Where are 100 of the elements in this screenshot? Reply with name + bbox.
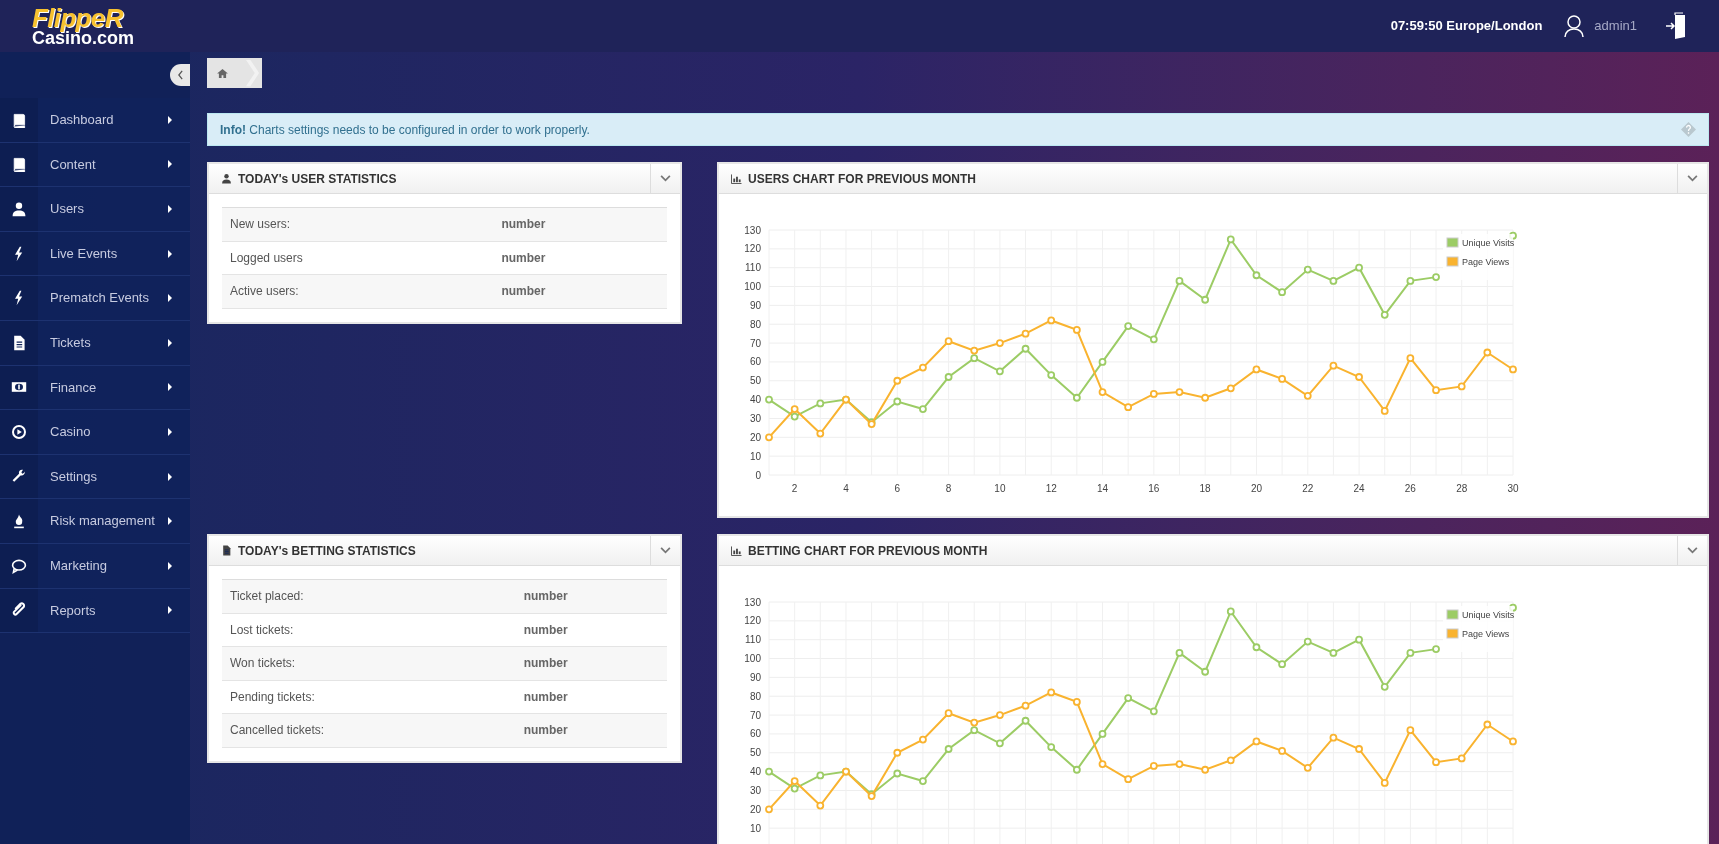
table-cell-text: New users: — [229, 216, 292, 234]
data-point — [1201, 393, 1210, 402]
data-point — [1303, 265, 1312, 274]
data-point — [1432, 386, 1440, 395]
axis-label: 50 — [749, 747, 761, 759]
data-point — [1124, 775, 1133, 784]
data-point — [1380, 682, 1389, 691]
data-point — [1175, 760, 1184, 768]
axis-label: 30 — [1507, 483, 1519, 494]
axis-label: 10 — [994, 483, 1006, 494]
sidebar-item[interactable]: Content — [0, 142, 190, 188]
data-point — [1047, 371, 1056, 379]
data-point — [944, 373, 953, 381]
axis-label: 80 — [749, 318, 761, 330]
data-point — [765, 805, 773, 814]
data-point — [765, 767, 773, 776]
data-point — [765, 395, 773, 404]
data-point — [1098, 358, 1107, 366]
sidebar-item[interactable]: Tickets — [0, 320, 190, 366]
sidebar-item[interactable]: Prematch Events — [0, 276, 190, 321]
legend-label: Page Views — [1462, 257, 1510, 267]
data-point — [1432, 273, 1440, 281]
data-point — [944, 745, 953, 753]
axis-label: 110 — [745, 262, 761, 274]
caret-icon — [168, 249, 172, 258]
legend-background — [1443, 234, 1513, 280]
data-point — [1149, 707, 1158, 716]
data-point — [1483, 720, 1492, 729]
chevron-icon — [246, 58, 260, 88]
axis-label: 6 — [894, 483, 901, 494]
axis-label: 70 — [749, 709, 761, 721]
data-point — [1021, 716, 1030, 725]
sidebar-item[interactable]: Finance — [0, 365, 190, 411]
table-cell-text: number — [522, 655, 568, 673]
data-point — [1278, 375, 1286, 383]
sidebar-item[interactable]: Casino — [0, 410, 190, 455]
data-point — [1509, 365, 1517, 374]
collapse-sidebar-button[interactable] — [170, 64, 190, 86]
data-point — [1072, 698, 1081, 706]
breadcrumb[interactable] — [207, 58, 262, 88]
caret-icon — [168, 205, 172, 213]
data-point — [1047, 316, 1056, 325]
data-point — [1355, 373, 1363, 381]
axis-label: 120 — [744, 615, 761, 627]
sidebar-item[interactable]: Settings — [0, 454, 190, 500]
chevron-down-icon — [660, 547, 671, 554]
alert-text: Info! Charts settings needs to be configured in order to work properly. — [220, 121, 590, 139]
data-point — [1175, 277, 1184, 285]
data-point — [1380, 310, 1389, 319]
data-point — [1098, 388, 1107, 396]
axis-label: 50 — [749, 375, 761, 387]
data-point — [1124, 322, 1133, 330]
data-point — [1380, 779, 1389, 787]
axis-label: 30 — [749, 784, 761, 796]
username-link[interactable]: admin1 — [1594, 16, 1637, 36]
data-point — [970, 718, 979, 727]
home-icon[interactable] — [217, 68, 228, 78]
data-point — [1329, 277, 1338, 285]
axis-label: 90 — [749, 299, 761, 311]
user-avatar-icon[interactable] — [1562, 13, 1587, 39]
data-point — [1175, 649, 1184, 657]
sidebar-item[interactable]: Reports — [0, 588, 190, 634]
data-point — [1252, 365, 1261, 374]
axis-label: 130 — [744, 224, 761, 236]
data-point — [970, 726, 979, 735]
axis-label: 60 — [749, 728, 761, 740]
sidebar-item[interactable]: Live Events — [0, 231, 190, 277]
document-icon — [11, 334, 27, 351]
sidebar-item[interactable]: Users — [0, 187, 190, 232]
axis-label: 14 — [1096, 483, 1109, 494]
data-point — [1047, 688, 1056, 697]
data-point — [1380, 407, 1389, 415]
caret-icon — [168, 294, 172, 303]
data-point — [919, 735, 927, 744]
data-point — [1098, 730, 1107, 738]
data-point — [1226, 384, 1235, 393]
sidebar-item[interactable]: Marketing — [0, 543, 190, 589]
axis-label: 24 — [1353, 483, 1365, 494]
logout-icon[interactable] — [1665, 12, 1687, 40]
data-point — [1278, 288, 1286, 297]
axis-label: 12 — [1045, 483, 1057, 494]
data-point — [1457, 754, 1466, 763]
panel-title: TODAY's BETTING STATISTICS — [238, 542, 416, 560]
axis-label: 120 — [744, 243, 761, 255]
data-point — [944, 709, 953, 718]
axis-label: 20 — [749, 803, 761, 815]
logo[interactable]: FlippeR Casino.com — [32, 5, 135, 47]
table-cell-text: number — [522, 688, 568, 706]
data-point — [1252, 643, 1261, 652]
paperclip-icon — [11, 602, 27, 619]
axis-label: 4 — [843, 483, 849, 494]
data-point — [1406, 354, 1415, 363]
sidebar-item[interactable]: Dashboard — [0, 98, 190, 143]
axis-label: 100 — [744, 653, 761, 665]
legend-label: Page Views — [1462, 629, 1510, 639]
data-point — [1098, 760, 1107, 768]
sidebar-item[interactable]: Risk management — [0, 499, 190, 544]
data-point — [1072, 393, 1081, 402]
data-point — [816, 399, 825, 408]
data-point — [1021, 329, 1030, 338]
